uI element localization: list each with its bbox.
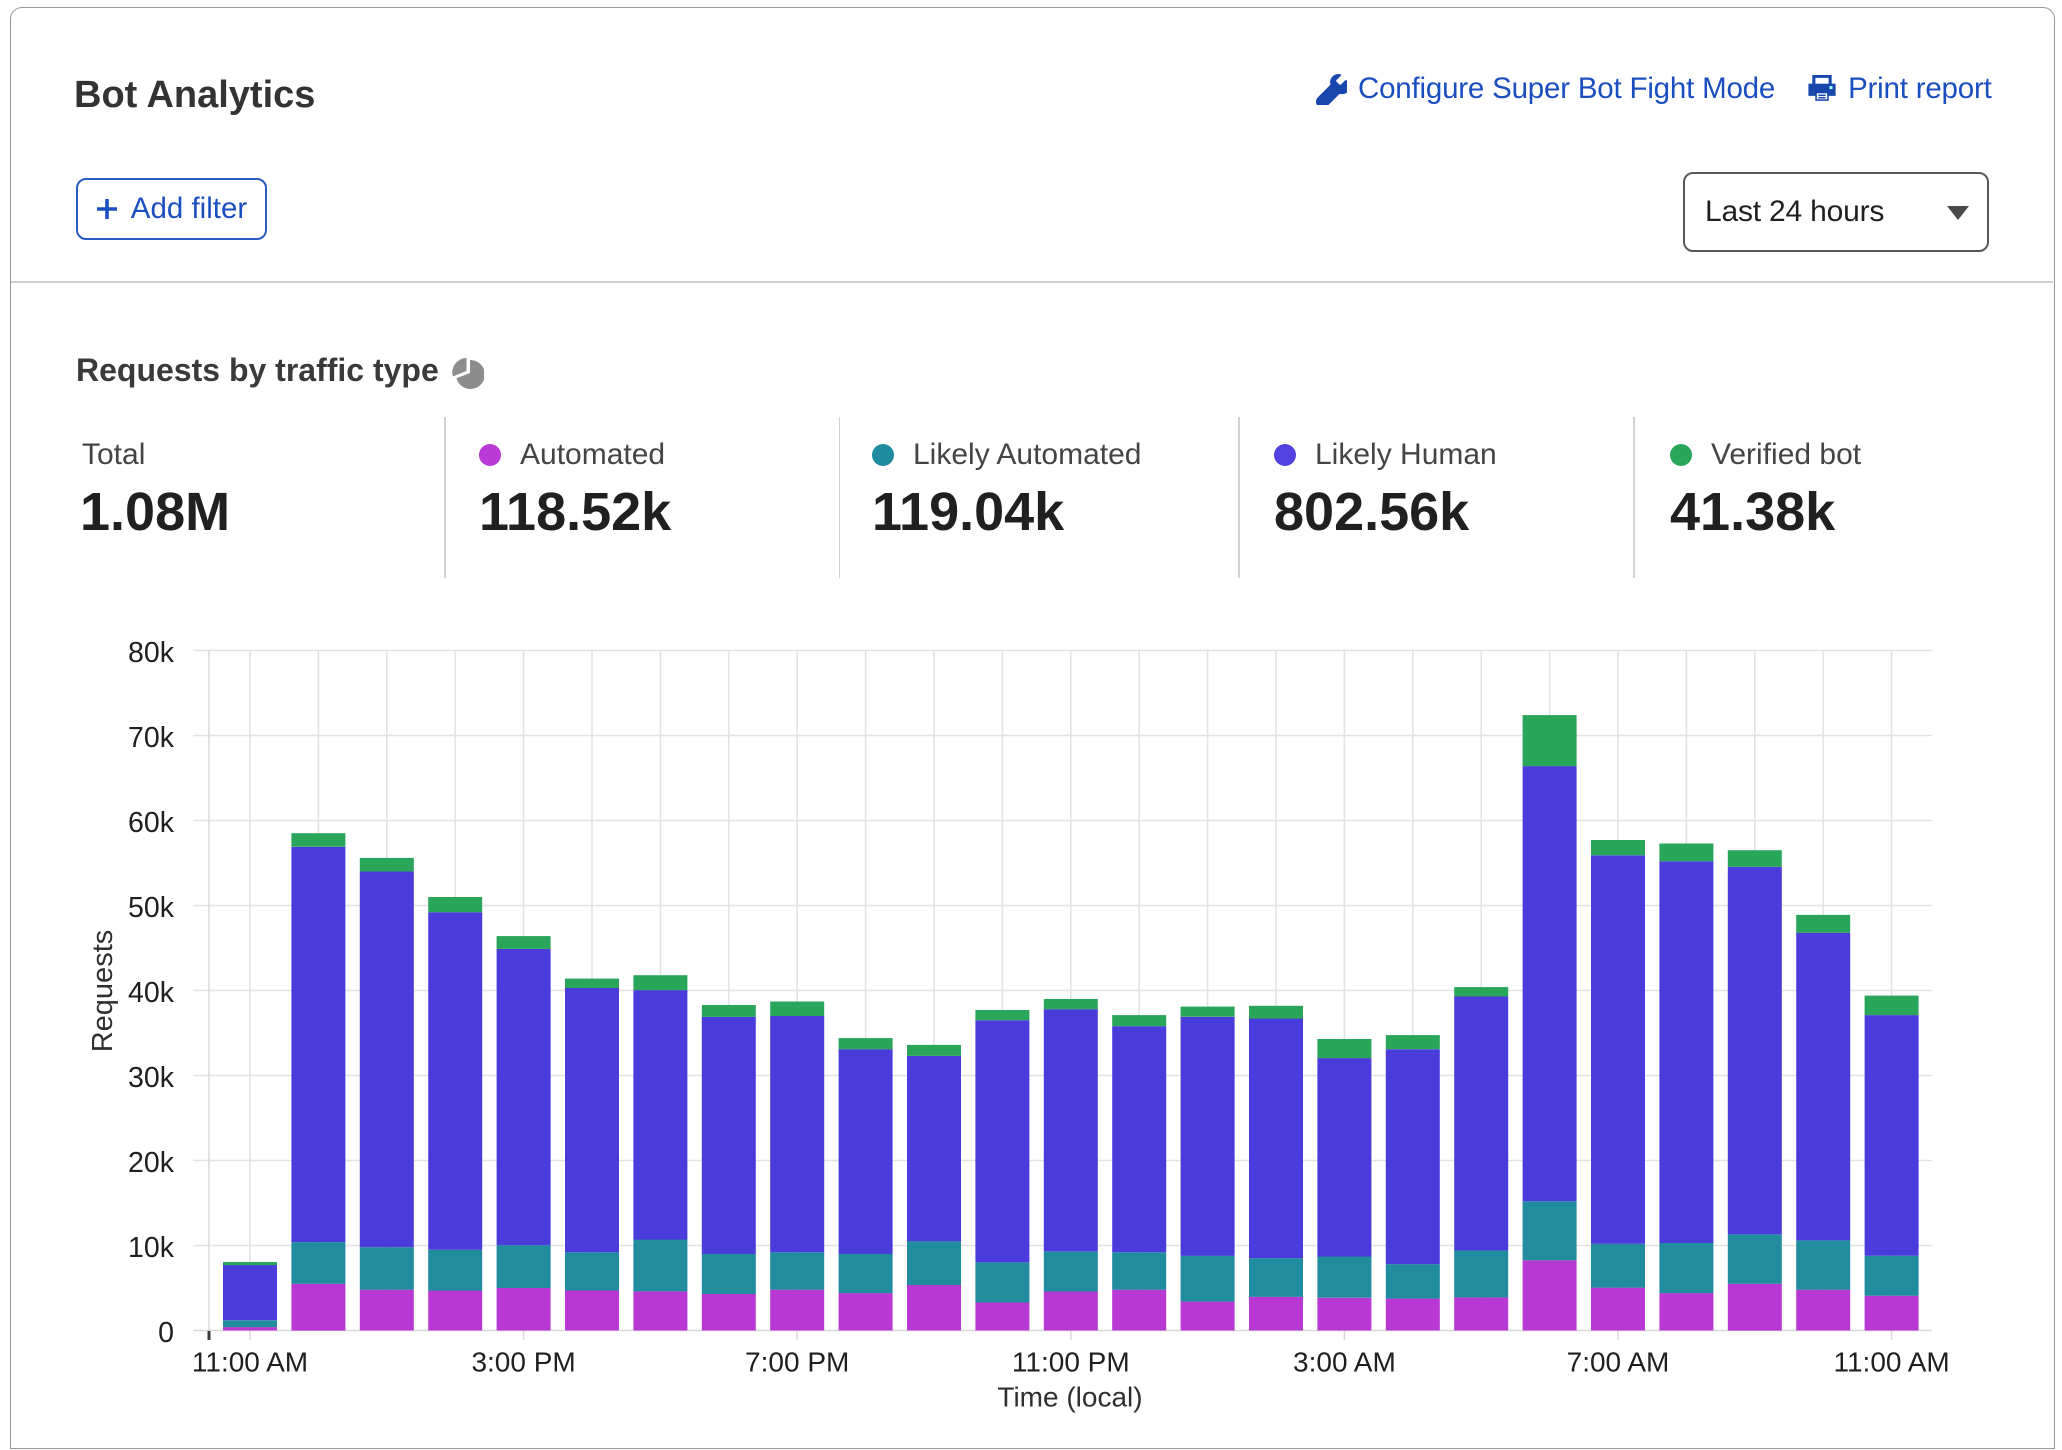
- svg-text:3:00 PM: 3:00 PM: [471, 1347, 575, 1378]
- svg-text:11:00 PM: 11:00 PM: [1012, 1347, 1130, 1378]
- svg-text:7:00 PM: 7:00 PM: [745, 1347, 849, 1378]
- svg-text:10k: 10k: [128, 1232, 175, 1264]
- svg-text:20k: 20k: [128, 1147, 175, 1179]
- svg-text:11:00 AM: 11:00 AM: [1833, 1347, 1949, 1378]
- svg-text:70k: 70k: [128, 722, 175, 754]
- svg-text:60k: 60k: [128, 807, 175, 839]
- svg-text:Requests: Requests: [87, 930, 119, 1053]
- svg-text:0: 0: [158, 1317, 174, 1349]
- svg-text:11:00 AM: 11:00 AM: [192, 1347, 308, 1378]
- svg-text:40k: 40k: [128, 977, 175, 1009]
- svg-text:Time (local): Time (local): [997, 1382, 1142, 1413]
- svg-text:30k: 30k: [128, 1062, 175, 1094]
- svg-text:7:00 AM: 7:00 AM: [1567, 1347, 1670, 1378]
- svg-text:50k: 50k: [128, 892, 175, 924]
- svg-text:80k: 80k: [128, 637, 175, 669]
- svg-text:3:00 AM: 3:00 AM: [1293, 1347, 1396, 1378]
